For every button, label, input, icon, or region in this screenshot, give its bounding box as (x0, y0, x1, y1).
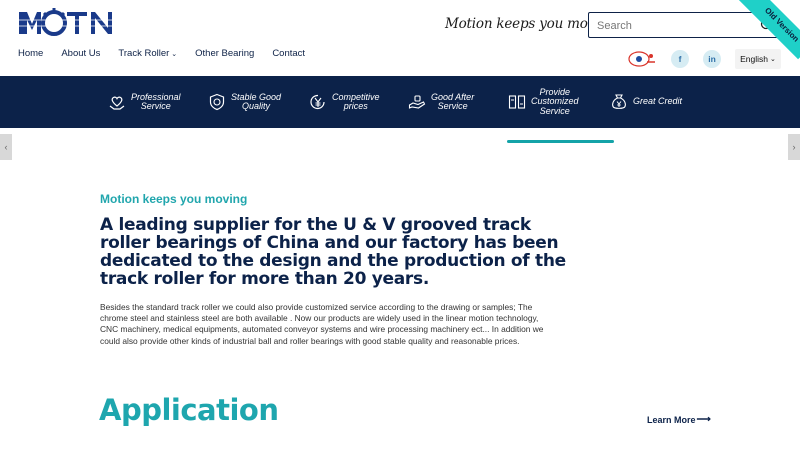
main-nav: Home About Us Track Roller ⌄ Other Bearin… (18, 48, 323, 59)
chevron-down-icon: ⌄ (171, 50, 178, 58)
motn-logo[interactable] (18, 6, 120, 38)
linkedin-icon[interactable]: in (703, 50, 721, 68)
learn-more-link[interactable]: Learn More ⟶ (647, 414, 711, 425)
arrow-right-icon: ⟶ (696, 414, 711, 425)
application-title: Application (99, 393, 279, 427)
slider-indicator (507, 140, 614, 143)
customize-icon (508, 95, 526, 109)
nav-contact[interactable]: Contact (272, 48, 305, 59)
search-box (588, 12, 781, 38)
nav-home[interactable]: Home (18, 48, 43, 59)
yen-coin-icon (310, 94, 325, 110)
feature-customized-service: Provide Customized Service (508, 76, 579, 128)
nav-other-bearing[interactable]: Other Bearing (195, 48, 254, 59)
about-headline: A leading supplier for the U & V grooved… (100, 215, 566, 289)
language-label: English (740, 54, 768, 64)
feature-label: Professional Service (131, 91, 181, 111)
feature-competitive-prices: Competitive prices (309, 76, 380, 128)
feature-label: Great Credit (633, 96, 683, 107)
slider-prev-button[interactable]: ‹ (0, 134, 12, 160)
site-header: Motion keeps you moving Old Version Home… (0, 0, 800, 76)
about-description: Besides the standard track roller we cou… (100, 302, 544, 346)
feature-label: Good After Service (431, 91, 475, 111)
language-select[interactable]: English ⌄ (735, 49, 781, 69)
nav-label: Contact (272, 48, 306, 59)
nav-about-us[interactable]: About Us (61, 48, 100, 59)
learn-more-label: Learn More (647, 414, 696, 425)
about-tagline: Motion keeps you moving (100, 192, 248, 206)
feature-stable-quality: Stable Good Quality (208, 76, 281, 128)
feature-professional-service: Professional Service (108, 76, 181, 128)
nav-label: Home (18, 48, 44, 59)
feature-great-credit: Great Credit (610, 76, 682, 128)
nav-label: Track Roller (118, 48, 170, 59)
certification-badge-icon (628, 51, 655, 67)
feature-label: Stable Good Quality (231, 91, 282, 111)
feature-good-after-service: Good After Service (408, 76, 474, 128)
feature-label: Competitive prices (332, 91, 380, 111)
search-input[interactable] (597, 17, 747, 34)
feature-label: Provide Customized Service (531, 86, 579, 116)
chevron-down-icon: ⌄ (770, 56, 776, 63)
shield-check-icon (209, 93, 225, 111)
features-strip: Professional Service Stable Good Quality… (0, 76, 800, 128)
slider-next-button[interactable]: › (788, 134, 800, 160)
facebook-icon[interactable]: f (671, 50, 689, 68)
nav-label: Other Bearing (195, 48, 255, 59)
handshake-heart-icon (109, 96, 125, 110)
money-bag-icon (612, 94, 626, 109)
hand-care-icon (408, 95, 426, 109)
nav-track-roller[interactable]: Track Roller ⌄ (118, 48, 177, 59)
nav-label: About Us (61, 48, 101, 59)
